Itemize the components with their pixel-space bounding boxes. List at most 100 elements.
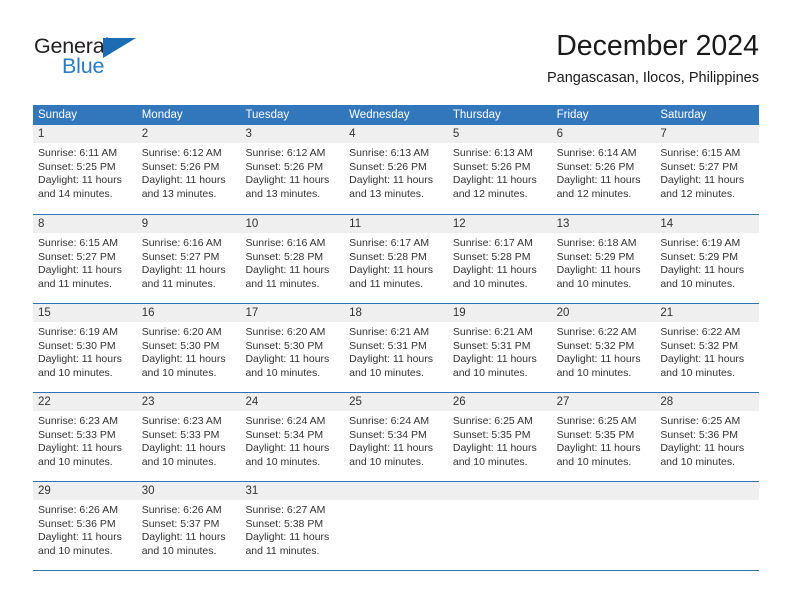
calendar-week-row: 8 Sunrise: 6:15 AM Sunset: 5:27 PM Daylight… bbox=[33, 214, 760, 303]
sunrise-text: Sunrise: 6:15 AM bbox=[660, 147, 741, 159]
calendar-bottom-rule bbox=[33, 570, 759, 571]
sunrise-text: Sunrise: 6:27 AM bbox=[245, 504, 326, 516]
daylight-text-line2: and 14 minutes. bbox=[38, 187, 113, 200]
calendar-day-cell[interactable]: 1 Sunrise: 6:11 AM Sunset: 5:25 PM Daylight… bbox=[33, 125, 137, 214]
weekday-header-wednesday: Wednesday bbox=[349, 109, 410, 121]
page-title: December 2024 bbox=[556, 30, 759, 62]
daylight-text-line2: and 10 minutes. bbox=[245, 366, 321, 379]
day-number: 17 bbox=[245, 307, 259, 319]
calendar-day-cell[interactable]: 14 Sunrise: 6:19 AM Sunset: 5:29 PM Dayligh… bbox=[655, 215, 760, 303]
daylight-text-line2: and 10 minutes. bbox=[660, 277, 736, 290]
day-sun-info: Sunrise: 6:11 AM Sunset: 5:25 PM Daylight:… bbox=[33, 143, 137, 201]
sunset-text: Sunset: 5:27 PM bbox=[38, 250, 116, 263]
calendar-day-cell[interactable]: 8 Sunrise: 6:15 AM Sunset: 5:27 PM Daylight… bbox=[33, 215, 137, 303]
daylight-text-line2: and 10 minutes. bbox=[452, 455, 528, 468]
calendar-day-cell[interactable]: 12 Sunrise: 6:17 AM Sunset: 5:28 PM Dayligh… bbox=[447, 215, 552, 303]
sunset-text: Sunset: 5:26 PM bbox=[349, 160, 427, 173]
title-block: December 2024 Pangascasan, Ilocos, Phili… bbox=[547, 28, 759, 89]
day-number: 8 bbox=[38, 218, 45, 230]
daylight-text-line1: Daylight: 11 hours bbox=[452, 442, 537, 455]
sunset-text: Sunset: 5:38 PM bbox=[245, 517, 324, 530]
daylight-text-line2: and 12 minutes. bbox=[660, 187, 736, 200]
calendar-day-cell[interactable]: 9 Sunrise: 6:16 AM Sunset: 5:27 PM Daylight… bbox=[136, 215, 241, 303]
sunrise-text: Sunrise: 6:26 AM bbox=[38, 504, 118, 516]
calendar-page: General Blue December 2024 Pangascasan, … bbox=[0, 0, 792, 612]
daylight-text-line2: and 10 minutes. bbox=[660, 455, 736, 468]
day-number: 16 bbox=[141, 307, 155, 319]
day-number-band: 26 bbox=[447, 393, 552, 411]
sunrise-text: Sunrise: 6:21 AM bbox=[349, 326, 430, 338]
sunrise-text: Sunrise: 6:21 AM bbox=[452, 326, 533, 338]
calendar-day-cell-empty bbox=[551, 482, 656, 570]
daylight-text-line1: Daylight: 11 hours bbox=[556, 264, 641, 277]
day-number: 15 bbox=[38, 307, 51, 319]
sunrise-text: Sunrise: 6:25 AM bbox=[452, 415, 533, 427]
calendar-day-cell[interactable]: 20 Sunrise: 6:22 AM Sunset: 5:32 PM Dayligh… bbox=[551, 304, 656, 392]
calendar-day-cell[interactable]: 11 Sunrise: 6:17 AM Sunset: 5:28 PM Dayligh… bbox=[344, 215, 448, 303]
calendar-day-cell[interactable]: 13 Sunrise: 6:18 AM Sunset: 5:29 PM Dayligh… bbox=[551, 215, 656, 303]
sunrise-text: Sunrise: 6:23 AM bbox=[38, 415, 118, 427]
day-number-band: 11 bbox=[344, 215, 448, 233]
daylight-text-line1: Daylight: 11 hours bbox=[245, 442, 330, 455]
calendar-day-cell[interactable]: 18 Sunrise: 6:21 AM Sunset: 5:31 PM Dayligh… bbox=[344, 304, 448, 392]
calendar-day-cell[interactable]: 16 Sunrise: 6:20 AM Sunset: 5:30 PM Dayligh… bbox=[136, 304, 241, 392]
daylight-text-line1: Daylight: 11 hours bbox=[38, 442, 122, 455]
calendar-day-cell[interactable]: 27 Sunrise: 6:25 AM Sunset: 5:35 PM Dayligh… bbox=[551, 393, 656, 481]
calendar-day-cell[interactable]: 15 Sunrise: 6:19 AM Sunset: 5:30 PM Dayligh… bbox=[33, 304, 137, 392]
calendar-day-cell[interactable]: 30 Sunrise: 6:26 AM Sunset: 5:37 PM Dayligh… bbox=[136, 482, 241, 570]
day-number: 18 bbox=[349, 307, 362, 319]
sunrise-text: Sunrise: 6:13 AM bbox=[452, 147, 533, 159]
sunrise-text: Sunrise: 6:16 AM bbox=[245, 237, 326, 249]
calendar-day-cell[interactable]: 6 Sunrise: 6:14 AM Sunset: 5:26 PM Daylight… bbox=[551, 125, 656, 214]
calendar-day-cell[interactable]: 28 Sunrise: 6:25 AM Sunset: 5:36 PM Dayligh… bbox=[655, 393, 760, 481]
day-number-band: 22 bbox=[33, 393, 137, 411]
daylight-text-line1: Daylight: 11 hours bbox=[349, 442, 434, 455]
sunset-text: Sunset: 5:31 PM bbox=[349, 339, 427, 352]
calendar-day-cell[interactable]: 31 Sunrise: 6:27 AM Sunset: 5:38 PM Dayligh… bbox=[240, 482, 345, 570]
calendar-day-cell[interactable]: 19 Sunrise: 6:21 AM Sunset: 5:31 PM Dayligh… bbox=[447, 304, 552, 392]
calendar-day-cell[interactable]: 5 Sunrise: 6:13 AM Sunset: 5:26 PM Daylight… bbox=[447, 125, 552, 214]
weekday-header-friday: Friday bbox=[556, 109, 589, 121]
sunset-text: Sunset: 5:29 PM bbox=[660, 250, 738, 263]
calendar-day-cell[interactable]: 17 Sunrise: 6:20 AM Sunset: 5:30 PM Dayligh… bbox=[240, 304, 345, 392]
daylight-text-line2: and 12 minutes. bbox=[556, 187, 632, 200]
daylight-text-line2: and 10 minutes. bbox=[245, 455, 321, 468]
day-sun-info: Sunrise: 6:18 AM Sunset: 5:29 PM Daylight:… bbox=[552, 233, 656, 291]
day-sun-info: Sunrise: 6:25 AM Sunset: 5:35 PM Daylight:… bbox=[448, 411, 552, 469]
calendar-day-cell[interactable]: 10 Sunrise: 6:16 AM Sunset: 5:28 PM Dayligh… bbox=[240, 215, 345, 303]
calendar-day-cell[interactable]: 4 Sunrise: 6:13 AM Sunset: 5:26 PM Daylight… bbox=[344, 125, 448, 214]
calendar-day-cell[interactable]: 2 Sunrise: 6:12 AM Sunset: 5:26 PM Daylight… bbox=[136, 125, 241, 214]
day-number-band: 1 bbox=[33, 125, 137, 143]
calendar-day-cell[interactable]: 3 Sunrise: 6:12 AM Sunset: 5:26 PM Daylight… bbox=[240, 125, 345, 214]
sunrise-text: Sunrise: 6:25 AM bbox=[660, 415, 741, 427]
calendar-day-cell[interactable]: 29 Sunrise: 6:26 AM Sunset: 5:36 PM Dayligh… bbox=[33, 482, 137, 570]
calendar-day-cell[interactable]: 25 Sunrise: 6:24 AM Sunset: 5:34 PM Dayligh… bbox=[344, 393, 448, 481]
sunrise-text: Sunrise: 6:20 AM bbox=[141, 326, 222, 338]
day-sun-info: Sunrise: 6:17 AM Sunset: 5:28 PM Daylight:… bbox=[448, 233, 552, 291]
calendar-day-cell[interactable]: 21 Sunrise: 6:22 AM Sunset: 5:32 PM Dayligh… bbox=[655, 304, 760, 392]
sunrise-text: Sunrise: 6:12 AM bbox=[245, 147, 326, 159]
sunset-text: Sunset: 5:33 PM bbox=[38, 428, 116, 441]
day-number-band: 28 bbox=[655, 393, 760, 411]
day-number: 14 bbox=[660, 218, 674, 230]
day-number-band bbox=[344, 482, 448, 500]
sunset-text: Sunset: 5:35 PM bbox=[556, 428, 635, 441]
day-sun-info: Sunrise: 6:12 AM Sunset: 5:26 PM Daylight:… bbox=[240, 143, 344, 201]
calendar-day-cell[interactable]: 24 Sunrise: 6:24 AM Sunset: 5:34 PM Dayligh… bbox=[240, 393, 345, 481]
daylight-text-line1: Daylight: 11 hours bbox=[660, 442, 745, 455]
sunset-text: Sunset: 5:33 PM bbox=[141, 428, 220, 441]
day-number: 21 bbox=[660, 307, 674, 319]
day-sun-info: Sunrise: 6:15 AM Sunset: 5:27 PM Daylight:… bbox=[655, 143, 759, 201]
weekday-header-row: Sunday Monday Tuesday Wednesday Thursday… bbox=[33, 105, 759, 125]
daylight-text-line2: and 10 minutes. bbox=[349, 366, 424, 379]
calendar-day-cell[interactable]: 23 Sunrise: 6:23 AM Sunset: 5:33 PM Dayligh… bbox=[136, 393, 241, 481]
calendar-day-cell[interactable]: 22 Sunrise: 6:23 AM Sunset: 5:33 PM Dayligh… bbox=[33, 393, 137, 481]
daylight-text-line2: and 10 minutes. bbox=[556, 366, 632, 379]
calendar-day-cell[interactable]: 26 Sunrise: 6:25 AM Sunset: 5:35 PM Dayligh… bbox=[447, 393, 552, 481]
day-number: 28 bbox=[660, 396, 674, 408]
day-sun-info: Sunrise: 6:22 AM Sunset: 5:32 PM Daylight:… bbox=[552, 322, 656, 380]
calendar-day-cell-empty bbox=[447, 482, 552, 570]
calendar-day-cell[interactable]: 7 Sunrise: 6:15 AM Sunset: 5:27 PM Daylight… bbox=[655, 125, 760, 214]
sunrise-text: Sunrise: 6:15 AM bbox=[38, 237, 118, 249]
day-sun-info: Sunrise: 6:20 AM Sunset: 5:30 PM Daylight:… bbox=[240, 322, 344, 380]
